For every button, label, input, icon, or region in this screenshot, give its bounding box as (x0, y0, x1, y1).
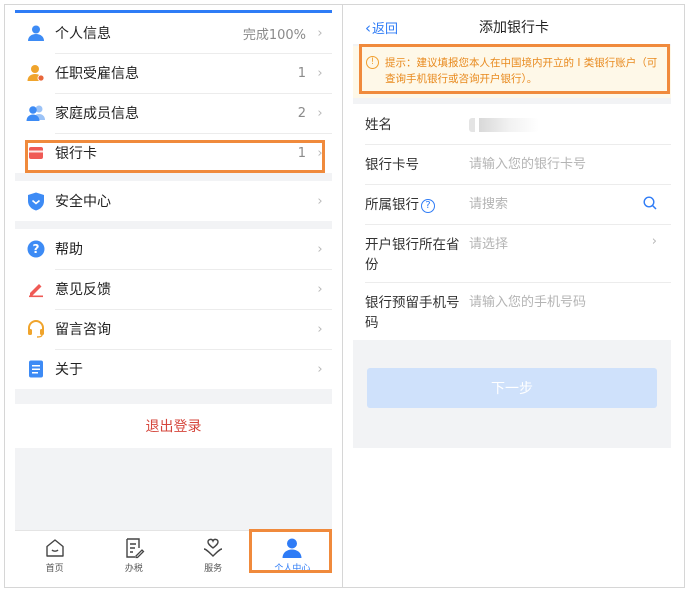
menu-item-bank-card[interactable]: 银行卡 1 › (15, 133, 332, 173)
heart-hands-icon (202, 537, 224, 559)
help-icon: ? (26, 239, 46, 259)
field-label: 开户银行所在省份 (365, 237, 460, 273)
tax-form-icon (123, 537, 145, 559)
menu-item-employment-info[interactable]: 任职受雇信息 1 › (15, 53, 332, 93)
back-button[interactable]: ‹ 返回 (365, 18, 399, 38)
headset-icon (26, 319, 46, 339)
user-center-icon (281, 537, 303, 559)
menu-item-label: 个人信息 (55, 26, 111, 42)
tab-services[interactable]: 服务 (174, 531, 253, 580)
menu-group-support: ? 帮助 › 意见反馈 › 留言咨询 › 关于 › (15, 229, 332, 389)
menu-item-label: 家庭成员信息 (55, 106, 139, 122)
field-label: 所属银行? (365, 184, 469, 215)
bank-search-input[interactable]: 请搜索 (469, 184, 659, 214)
menu-item-value: 2 (297, 105, 306, 121)
warning-icon: ! (366, 56, 379, 69)
add-bank-card-screen: ‹ 返回 添加银行卡 ! 提示：建议填报您本人在中国境内开立的 I 类银行账户（… (353, 10, 671, 448)
tab-user-center[interactable]: 个人中心 (253, 531, 332, 580)
chevron-right-icon: › (317, 361, 323, 377)
menu-item-about[interactable]: 关于 › (15, 349, 332, 389)
chevron-left-icon: ‹ (365, 18, 371, 37)
home-icon (44, 537, 66, 559)
menu-item-label: 任职受雇信息 (55, 66, 139, 82)
chevron-right-icon: › (317, 25, 323, 41)
field-label: 银行卡号 (365, 157, 419, 173)
button-area: 下一步 (353, 340, 671, 408)
menu-item-feedback[interactable]: 意见反馈 › (15, 269, 332, 309)
menu-item-label: 意见反馈 (55, 282, 111, 298)
panel-divider (342, 4, 343, 588)
logout-label: 退出登录 (145, 419, 202, 435)
name-value-redacted (469, 118, 539, 132)
menu-item-family-info[interactable]: 家庭成员信息 2 › (15, 93, 332, 133)
bank-card-icon (26, 143, 46, 163)
field-province[interactable]: 开户银行所在省份 请选择 › (353, 224, 671, 282)
chevron-right-icon: › (651, 234, 657, 249)
feedback-pen-icon (26, 279, 46, 299)
family-icon (26, 103, 46, 123)
phone-input[interactable]: 请输入您的手机号码 (469, 282, 659, 312)
bottom-tab-bar: 首页 办税 服务 个人中心 (15, 530, 332, 580)
field-phone[interactable]: 银行预留手机号码 请输入您的手机号码 (353, 282, 671, 340)
chevron-right-icon: › (317, 193, 323, 209)
field-name: 姓名 (353, 104, 671, 144)
menu-item-security-center[interactable]: 安全中心 › (15, 181, 332, 221)
next-button[interactable]: 下一步 (367, 368, 657, 408)
shield-icon (26, 191, 46, 211)
menu-item-consultation[interactable]: 留言咨询 › (15, 309, 332, 349)
document-icon (26, 359, 46, 379)
tab-label: 首页 (45, 564, 64, 574)
field-card-number[interactable]: 银行卡号 请输入您的银行卡号 (353, 144, 671, 184)
nav-bar: ‹ 返回 添加银行卡 (353, 10, 671, 44)
tab-home[interactable]: 首页 (15, 531, 94, 580)
field-label: 银行预留手机号码 (365, 295, 460, 331)
menu-item-label: 留言咨询 (55, 322, 111, 338)
menu-item-label: 帮助 (55, 242, 83, 258)
tip-banner: ! 提示：建议填报您本人在中国境内开立的 I 类银行账户（可查询手机银行或咨询开… (353, 46, 671, 98)
field-label: 姓名 (365, 117, 392, 133)
menu-item-value: 完成100% (242, 27, 306, 43)
back-label: 返回 (372, 22, 399, 37)
employment-icon (26, 63, 46, 83)
tab-tax[interactable]: 办税 (94, 531, 173, 580)
tab-label: 服务 (204, 564, 223, 574)
tip-text: 提示：建议填报您本人在中国境内开立的 I 类银行账户（可查询手机银行或咨询开户银… (385, 57, 658, 85)
chevron-right-icon: › (317, 281, 323, 297)
question-icon[interactable]: ? (421, 199, 435, 213)
person-icon (26, 23, 46, 43)
tab-label: 办税 (124, 564, 143, 574)
chevron-right-icon: › (317, 321, 323, 337)
menu-item-help[interactable]: ? 帮助 › (15, 229, 332, 269)
field-bank[interactable]: 所属银行? 请搜索 (353, 184, 671, 224)
menu-item-personal-info[interactable]: 个人信息 完成100% › (15, 13, 332, 53)
chevron-right-icon: › (317, 241, 323, 257)
chevron-right-icon: › (317, 145, 323, 161)
menu-item-label: 关于 (55, 362, 83, 378)
logout-button[interactable]: 退出登录 (15, 404, 332, 448)
search-icon[interactable] (643, 196, 657, 214)
personal-center-screen: 个人信息 完成100% › 任职受雇信息 1 › 家庭成员信息 2 › 银行卡 … (15, 10, 332, 580)
page-title: 添加银行卡 (479, 20, 549, 36)
menu-group-security: 安全中心 › (15, 181, 332, 221)
chevron-right-icon: › (317, 65, 323, 81)
province-select[interactable]: 请选择 (469, 224, 659, 254)
menu-group-profile: 个人信息 完成100% › 任职受雇信息 1 › 家庭成员信息 2 › 银行卡 … (15, 13, 332, 173)
menu-item-value: 1 (297, 65, 306, 81)
card-number-input[interactable]: 请输入您的银行卡号 (469, 144, 659, 174)
menu-item-label: 安全中心 (55, 194, 111, 210)
tab-label: 个人中心 (274, 564, 311, 574)
chevron-right-icon: › (317, 105, 323, 121)
menu-item-label: 银行卡 (55, 146, 97, 162)
bank-card-form: 姓名 银行卡号 请输入您的银行卡号 所属银行? 请搜索 开户银行所在省份 请选择… (353, 104, 671, 340)
menu-item-value: 1 (297, 145, 306, 161)
svg-text:?: ? (33, 242, 40, 256)
